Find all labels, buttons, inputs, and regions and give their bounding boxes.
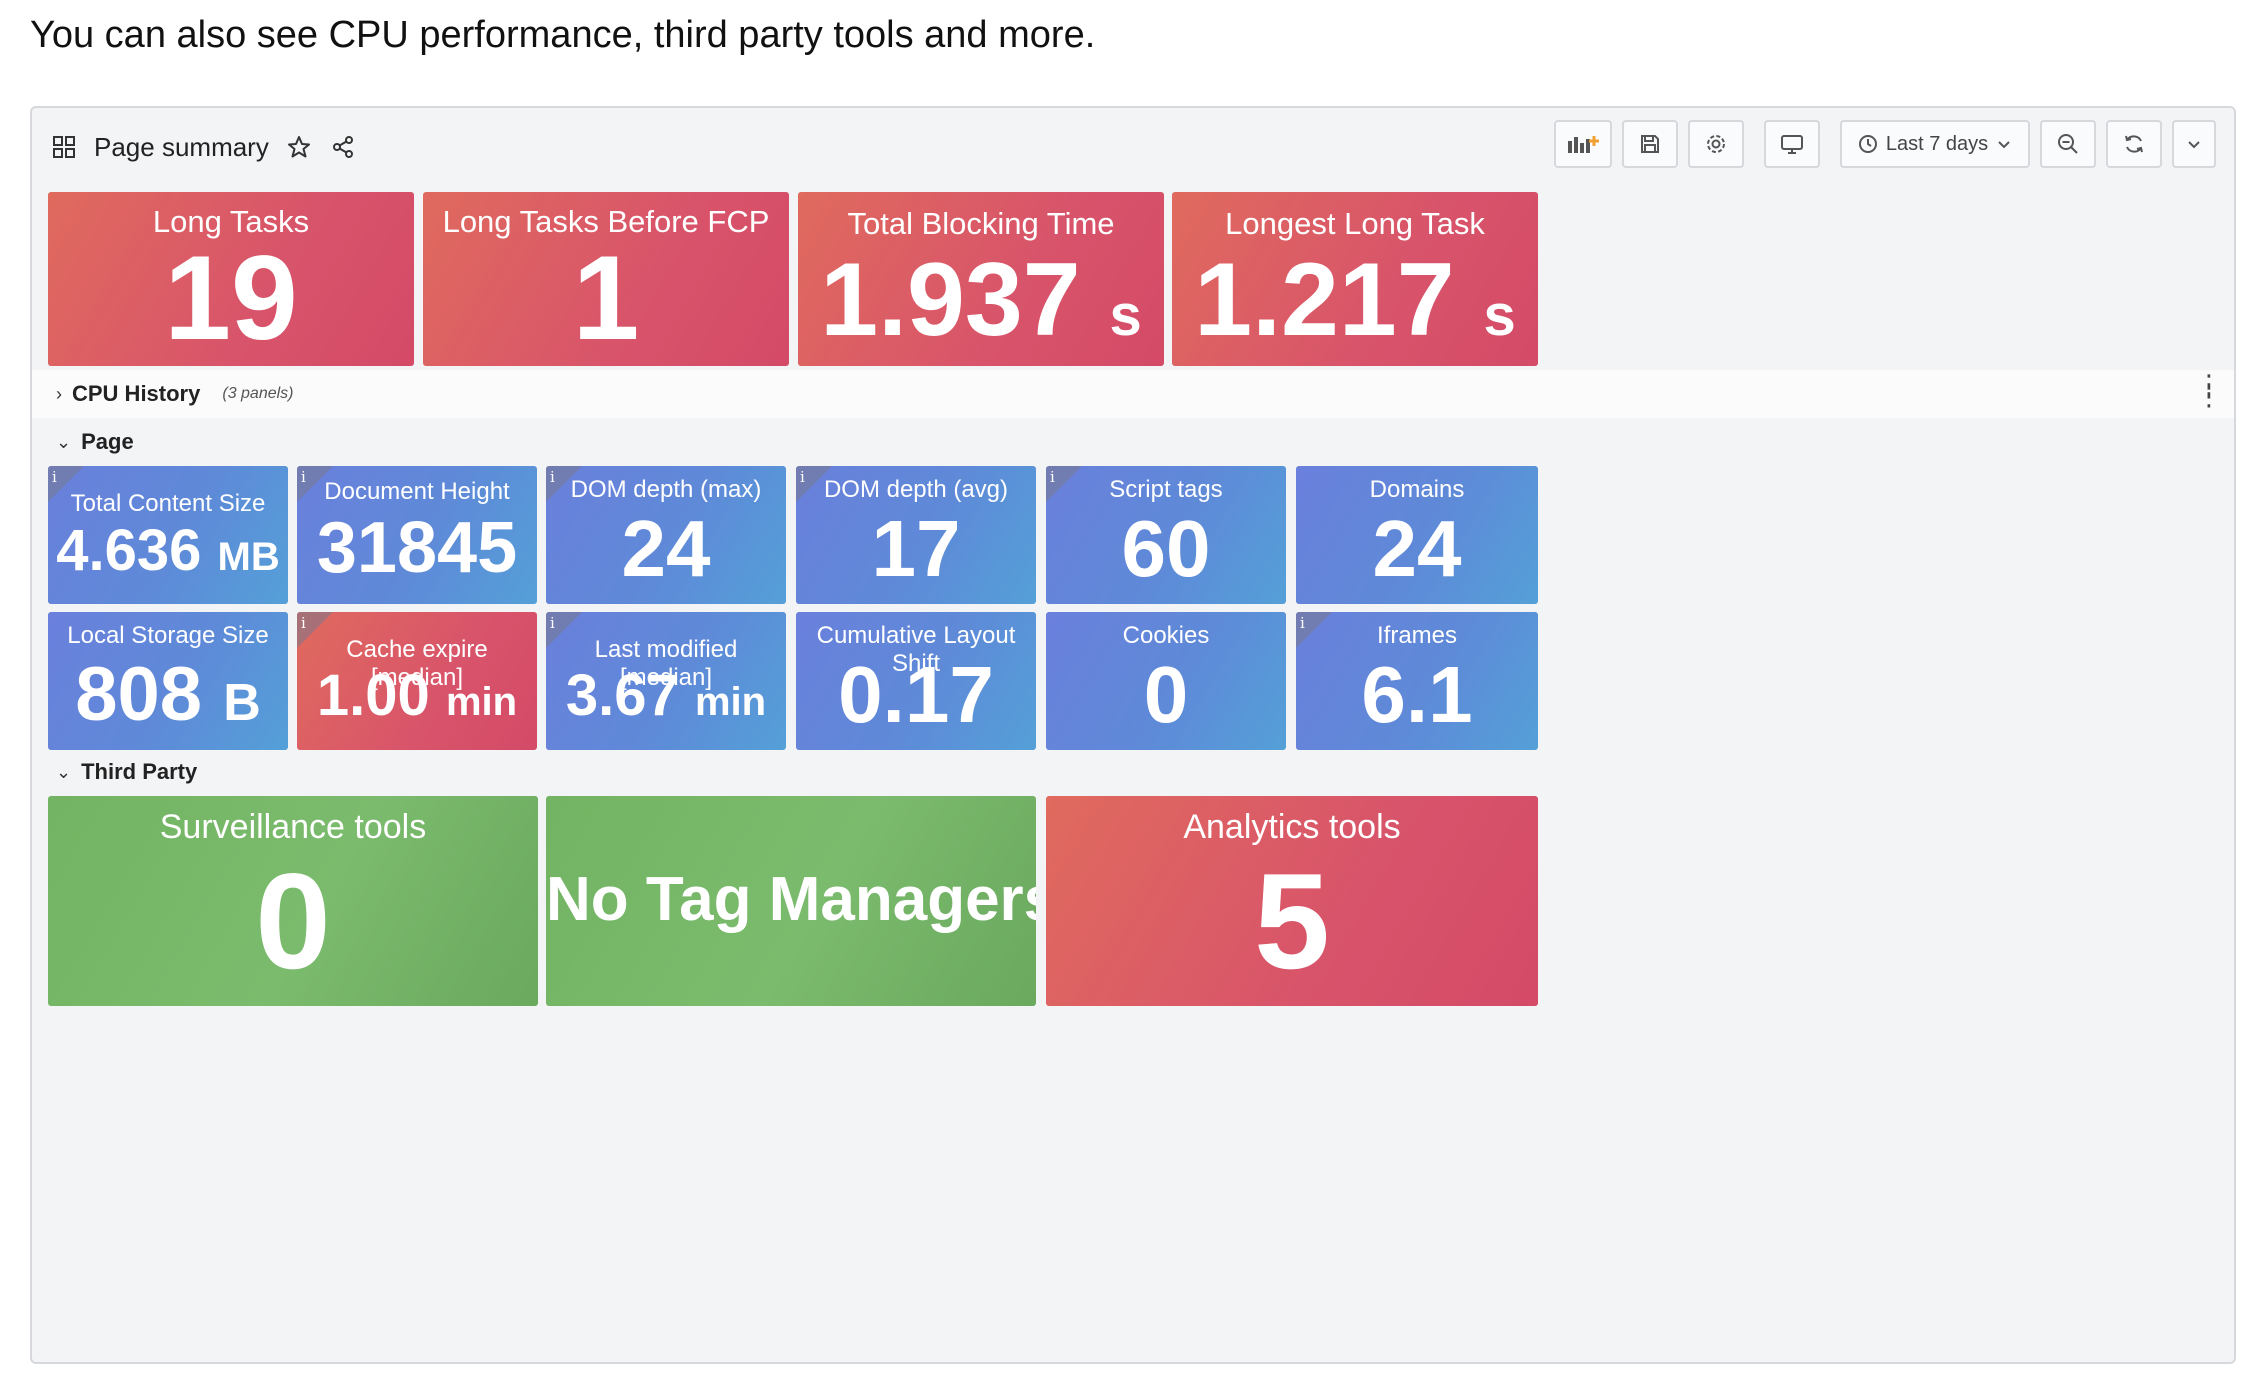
row-title: Page bbox=[81, 429, 134, 454]
chevron-down-icon bbox=[1998, 141, 2010, 149]
stat-panel-dom-depth-avg[interactable]: i DOM depth (avg) 17 bbox=[796, 466, 1036, 604]
row-cpu-history[interactable]: › CPU History (3 panels) ⋮ ⋮ bbox=[32, 370, 2234, 418]
info-icon[interactable]: i bbox=[52, 468, 57, 486]
panel-title: DOM depth (max) bbox=[570, 476, 762, 503]
panel-value: 808 B bbox=[75, 652, 261, 737]
panel-title: Total Content Size bbox=[70, 490, 266, 517]
stat-panel-domains[interactable]: Domains 24 bbox=[1296, 466, 1538, 604]
panel-title: Total Blocking Time bbox=[847, 206, 1115, 241]
settings-gear-button[interactable] bbox=[1688, 120, 1744, 168]
panel-title: Surveillance tools bbox=[159, 808, 427, 846]
dashboard-navbar: Page summary Last 7 days bbox=[32, 108, 2234, 184]
panel-value: 0.17 bbox=[838, 650, 994, 739]
panel-title: DOM depth (avg) bbox=[823, 476, 1009, 503]
panel-value: 0 bbox=[255, 845, 331, 997]
chevron-down-icon bbox=[2188, 141, 2200, 149]
panel-value: 60 bbox=[1121, 504, 1211, 593]
tv-mode-button[interactable] bbox=[1764, 120, 1820, 168]
panel-value: 1.00 min bbox=[316, 663, 518, 728]
stat-panel-dom-depth-max[interactable]: i DOM depth (max) 24 bbox=[546, 466, 786, 604]
row-title: Third Party bbox=[81, 759, 198, 784]
time-range-label: Last 7 days bbox=[1885, 132, 1989, 155]
panel-value: 31845 bbox=[316, 508, 518, 588]
panel-title: Script tags bbox=[1109, 476, 1223, 503]
save-button[interactable] bbox=[1622, 120, 1678, 168]
stat-panel-tag-managers[interactable]: No Tag Managers bbox=[546, 796, 1036, 1006]
stat-panel-document-height[interactable]: i Document Height 31845 bbox=[297, 466, 537, 604]
panel-title: Iframes bbox=[1376, 622, 1457, 649]
time-range-picker[interactable]: Last 7 days bbox=[1840, 120, 2030, 168]
stat-panel-longest-long-task[interactable]: Longest Long Task 1.217 s bbox=[1172, 192, 1538, 366]
row-page[interactable]: ⌄ Page bbox=[32, 418, 2234, 466]
panel-title: Longest Long Task bbox=[1225, 206, 1485, 241]
dashboard-title[interactable]: Page summary bbox=[94, 132, 269, 163]
info-icon[interactable]: i bbox=[301, 614, 306, 632]
stat-panel-cookies[interactable]: Cookies 0 bbox=[1046, 612, 1286, 750]
caption-text: You can also see CPU performance, third … bbox=[30, 14, 1096, 56]
panel-title: Cookies bbox=[1122, 622, 1210, 649]
add-panel-button[interactable] bbox=[1554, 120, 1612, 168]
share-icon[interactable] bbox=[329, 133, 357, 161]
row-third-party[interactable]: ⌄ Third Party bbox=[32, 748, 2234, 796]
panel-value: 1.217 s bbox=[1194, 242, 1516, 358]
row-panel-count: (3 panels) bbox=[222, 385, 294, 402]
chevron-right-icon: › bbox=[56, 383, 62, 404]
stat-panel-total-content-size[interactable]: i Total Content Size 4.636 MB bbox=[48, 466, 288, 604]
panel-title: Domains bbox=[1369, 476, 1465, 503]
info-icon[interactable]: i bbox=[550, 614, 555, 632]
stat-panel-surveillance-tools[interactable]: Surveillance tools 0 bbox=[48, 796, 538, 1006]
panel-value: 5 bbox=[1254, 845, 1330, 997]
panel-value: 4.636 MB bbox=[56, 518, 280, 583]
stat-panel-local-storage-size[interactable]: Local Storage Size 808 B bbox=[48, 612, 288, 750]
stat-panel-total-blocking-time[interactable]: Total Blocking Time 1.937 s bbox=[798, 192, 1164, 366]
stat-panel-cache-expire[interactable]: i Cache expire [median] 1.00 min bbox=[297, 612, 537, 750]
panel-value: No Tag Managers bbox=[546, 865, 1036, 934]
panel-value: 0 bbox=[1143, 650, 1189, 739]
zoom-out-button[interactable] bbox=[2040, 120, 2096, 168]
drag-handle-icon[interactable]: ⋮ ⋮ bbox=[2196, 371, 2222, 409]
panel-value: 17 bbox=[871, 504, 961, 593]
panel-title: Document Height bbox=[324, 478, 510, 505]
star-icon[interactable] bbox=[285, 133, 313, 161]
stat-panel-analytics-tools[interactable]: Analytics tools 5 bbox=[1046, 796, 1538, 1006]
panel-value: 24 bbox=[1372, 504, 1462, 593]
stat-panel-script-tags[interactable]: i Script tags 60 bbox=[1046, 466, 1286, 604]
panel-value: 6.1 bbox=[1361, 650, 1473, 739]
refresh-button[interactable] bbox=[2106, 120, 2162, 168]
chevron-down-icon: ⌄ bbox=[56, 431, 72, 452]
panel-value: 24 bbox=[621, 504, 711, 593]
chevron-down-icon: ⌄ bbox=[56, 761, 72, 782]
panel-value: 19 bbox=[164, 231, 298, 365]
stat-panel-long-tasks[interactable]: Long Tasks 19 bbox=[48, 192, 414, 366]
dashboard-grid-icon[interactable] bbox=[50, 133, 78, 161]
dashboard: Page summary Last 7 days Long Tasks 19 L… bbox=[30, 106, 2236, 1364]
panel-value: 3.67 min bbox=[565, 663, 767, 728]
stat-panel-last-modified[interactable]: i Last modified [median] 3.67 min bbox=[546, 612, 786, 750]
stat-panel-long-tasks-before-fcp[interactable]: Long Tasks Before FCP 1 bbox=[423, 192, 789, 366]
stat-panel-iframes[interactable]: i Iframes 6.1 bbox=[1296, 612, 1538, 750]
row-title: CPU History bbox=[72, 381, 201, 406]
refresh-interval-dropdown[interactable] bbox=[2172, 120, 2216, 168]
panel-title: Analytics tools bbox=[1183, 808, 1401, 846]
panel-title: Local Storage Size bbox=[67, 622, 269, 649]
panel-value: 1.937 s bbox=[820, 242, 1142, 358]
panel-value: 1 bbox=[572, 231, 640, 365]
clock-icon bbox=[1858, 135, 1877, 153]
stat-panel-cumulative-layout-shift[interactable]: Cumulative Layout Shift 0.17 bbox=[796, 612, 1036, 750]
